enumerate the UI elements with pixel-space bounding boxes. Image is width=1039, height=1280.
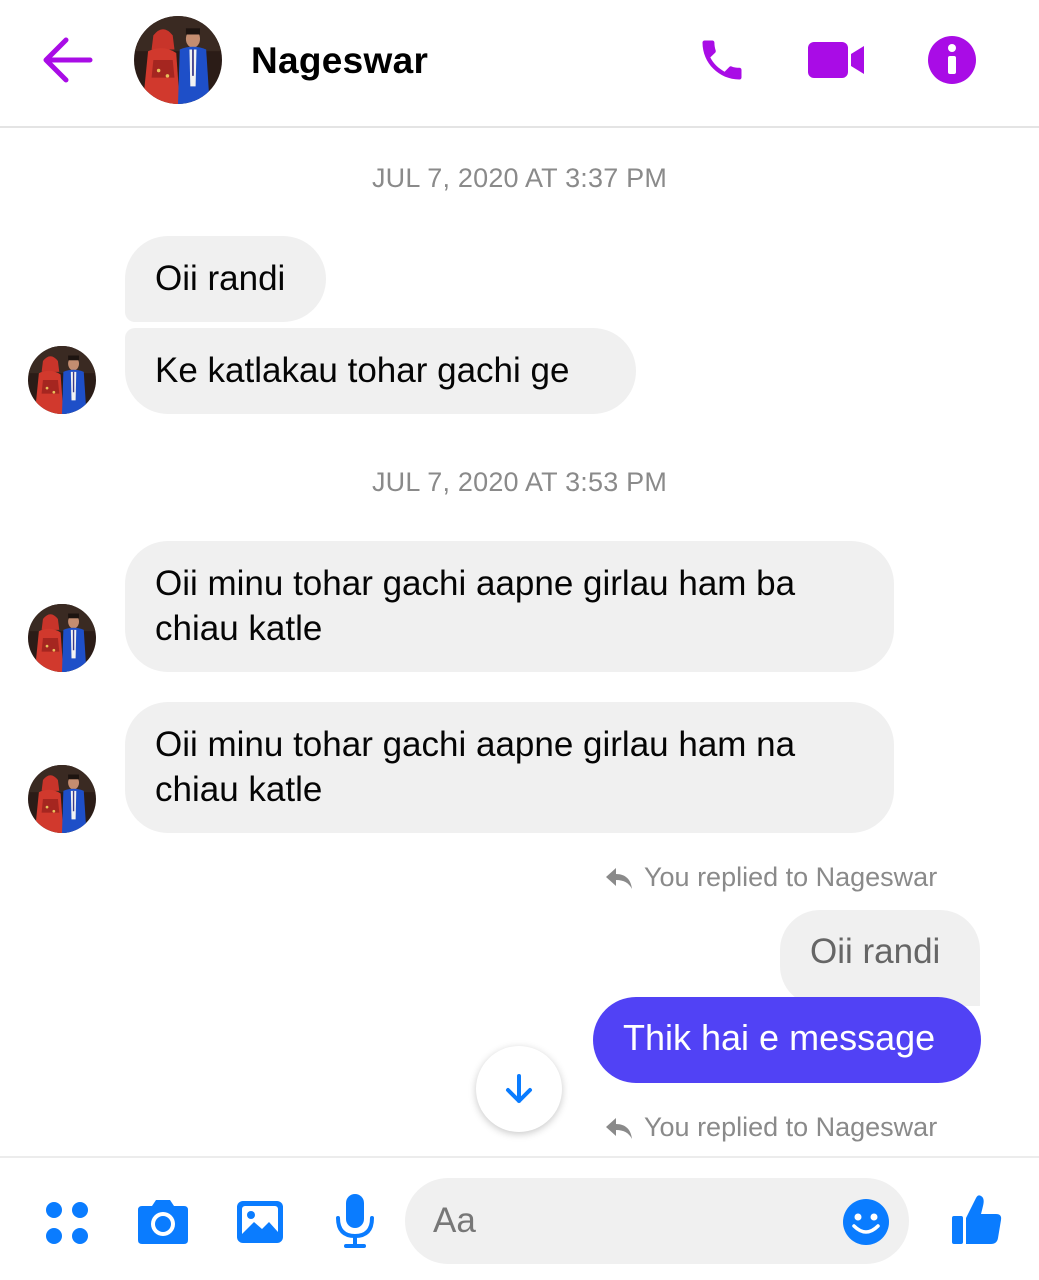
video-call-button[interactable]	[806, 38, 868, 82]
contact-name[interactable]: Nageswar	[251, 40, 428, 82]
message-text: Thik hai e message	[623, 1017, 936, 1058]
quoted-message[interactable]: Oii randi	[780, 910, 980, 1006]
thumbs-up-icon	[952, 1195, 1002, 1244]
reply-context-text: You replied to Nageswar	[644, 1112, 938, 1142]
sender-avatar[interactable]	[28, 604, 96, 672]
more-actions-button[interactable]	[42, 1198, 92, 1248]
gallery-button[interactable]	[234, 1196, 286, 1248]
received-message-bubble[interactable]: Ke katlakau tohar gachi ge	[125, 328, 636, 414]
gallery-icon	[237, 1201, 283, 1243]
received-message-bubble[interactable]: Oii randi	[125, 236, 326, 322]
like-button[interactable]	[950, 1192, 1004, 1248]
reply-context-text: You replied to Nageswar	[644, 862, 938, 892]
message-timestamp: JUL 7, 2020 AT 3:53 PM	[371, 467, 668, 497]
conversation-info-button[interactable]	[926, 34, 978, 86]
message-text-line: chiau katle	[155, 609, 323, 648]
received-message-bubble[interactable]: Oii minu tohar gachi aapne girlau ham ba…	[125, 541, 894, 672]
voice-record-button[interactable]	[332, 1192, 378, 1252]
reply-arrow-icon	[606, 1117, 632, 1139]
message-text-line: Oii minu tohar gachi aapne girlau ham na	[155, 725, 796, 764]
video-camera-icon	[808, 42, 864, 78]
message-text: Oii randi	[155, 259, 286, 298]
camera-button[interactable]	[134, 1196, 192, 1248]
quoted-message-text: Oii randi	[810, 932, 941, 971]
message-composer	[0, 1156, 1039, 1280]
message-text: Ke katlakau tohar gachi ge	[155, 351, 570, 390]
emoji-button[interactable]	[840, 1196, 892, 1248]
phone-icon	[702, 40, 742, 80]
emoji-icon	[843, 1199, 889, 1245]
message-text-line: Oii minu tohar gachi aapne girlau ham ba	[155, 564, 796, 603]
reply-arrow-icon	[606, 867, 632, 889]
sender-avatar[interactable]	[28, 765, 96, 833]
message-timestamp: JUL 7, 2020 AT 3:37 PM	[371, 163, 668, 193]
message-text-line: chiau katle	[155, 770, 323, 809]
received-message-bubble[interactable]: Oii minu tohar gachi aapne girlau ham na…	[125, 702, 894, 833]
message-input[interactable]	[405, 1178, 909, 1264]
back-button[interactable]	[38, 34, 98, 86]
sender-avatar[interactable]	[28, 346, 96, 414]
microphone-icon	[336, 1194, 374, 1248]
chevron-down-arrow-icon	[506, 1074, 532, 1103]
reply-context-label: You replied to Nageswar	[604, 1112, 937, 1143]
back-arrow-icon	[43, 37, 93, 83]
menu-dots-icon	[46, 1202, 88, 1244]
contact-avatar[interactable]	[134, 16, 222, 104]
audio-call-button[interactable]	[694, 34, 750, 86]
sent-message-bubble[interactable]: Thik hai e message	[593, 997, 981, 1083]
info-icon	[928, 36, 976, 84]
camera-icon	[138, 1200, 188, 1244]
conversation-header: Nageswar	[0, 0, 1039, 128]
reply-context-label: You replied to Nageswar	[604, 862, 937, 893]
scroll-to-bottom-button[interactable]	[476, 1046, 562, 1132]
